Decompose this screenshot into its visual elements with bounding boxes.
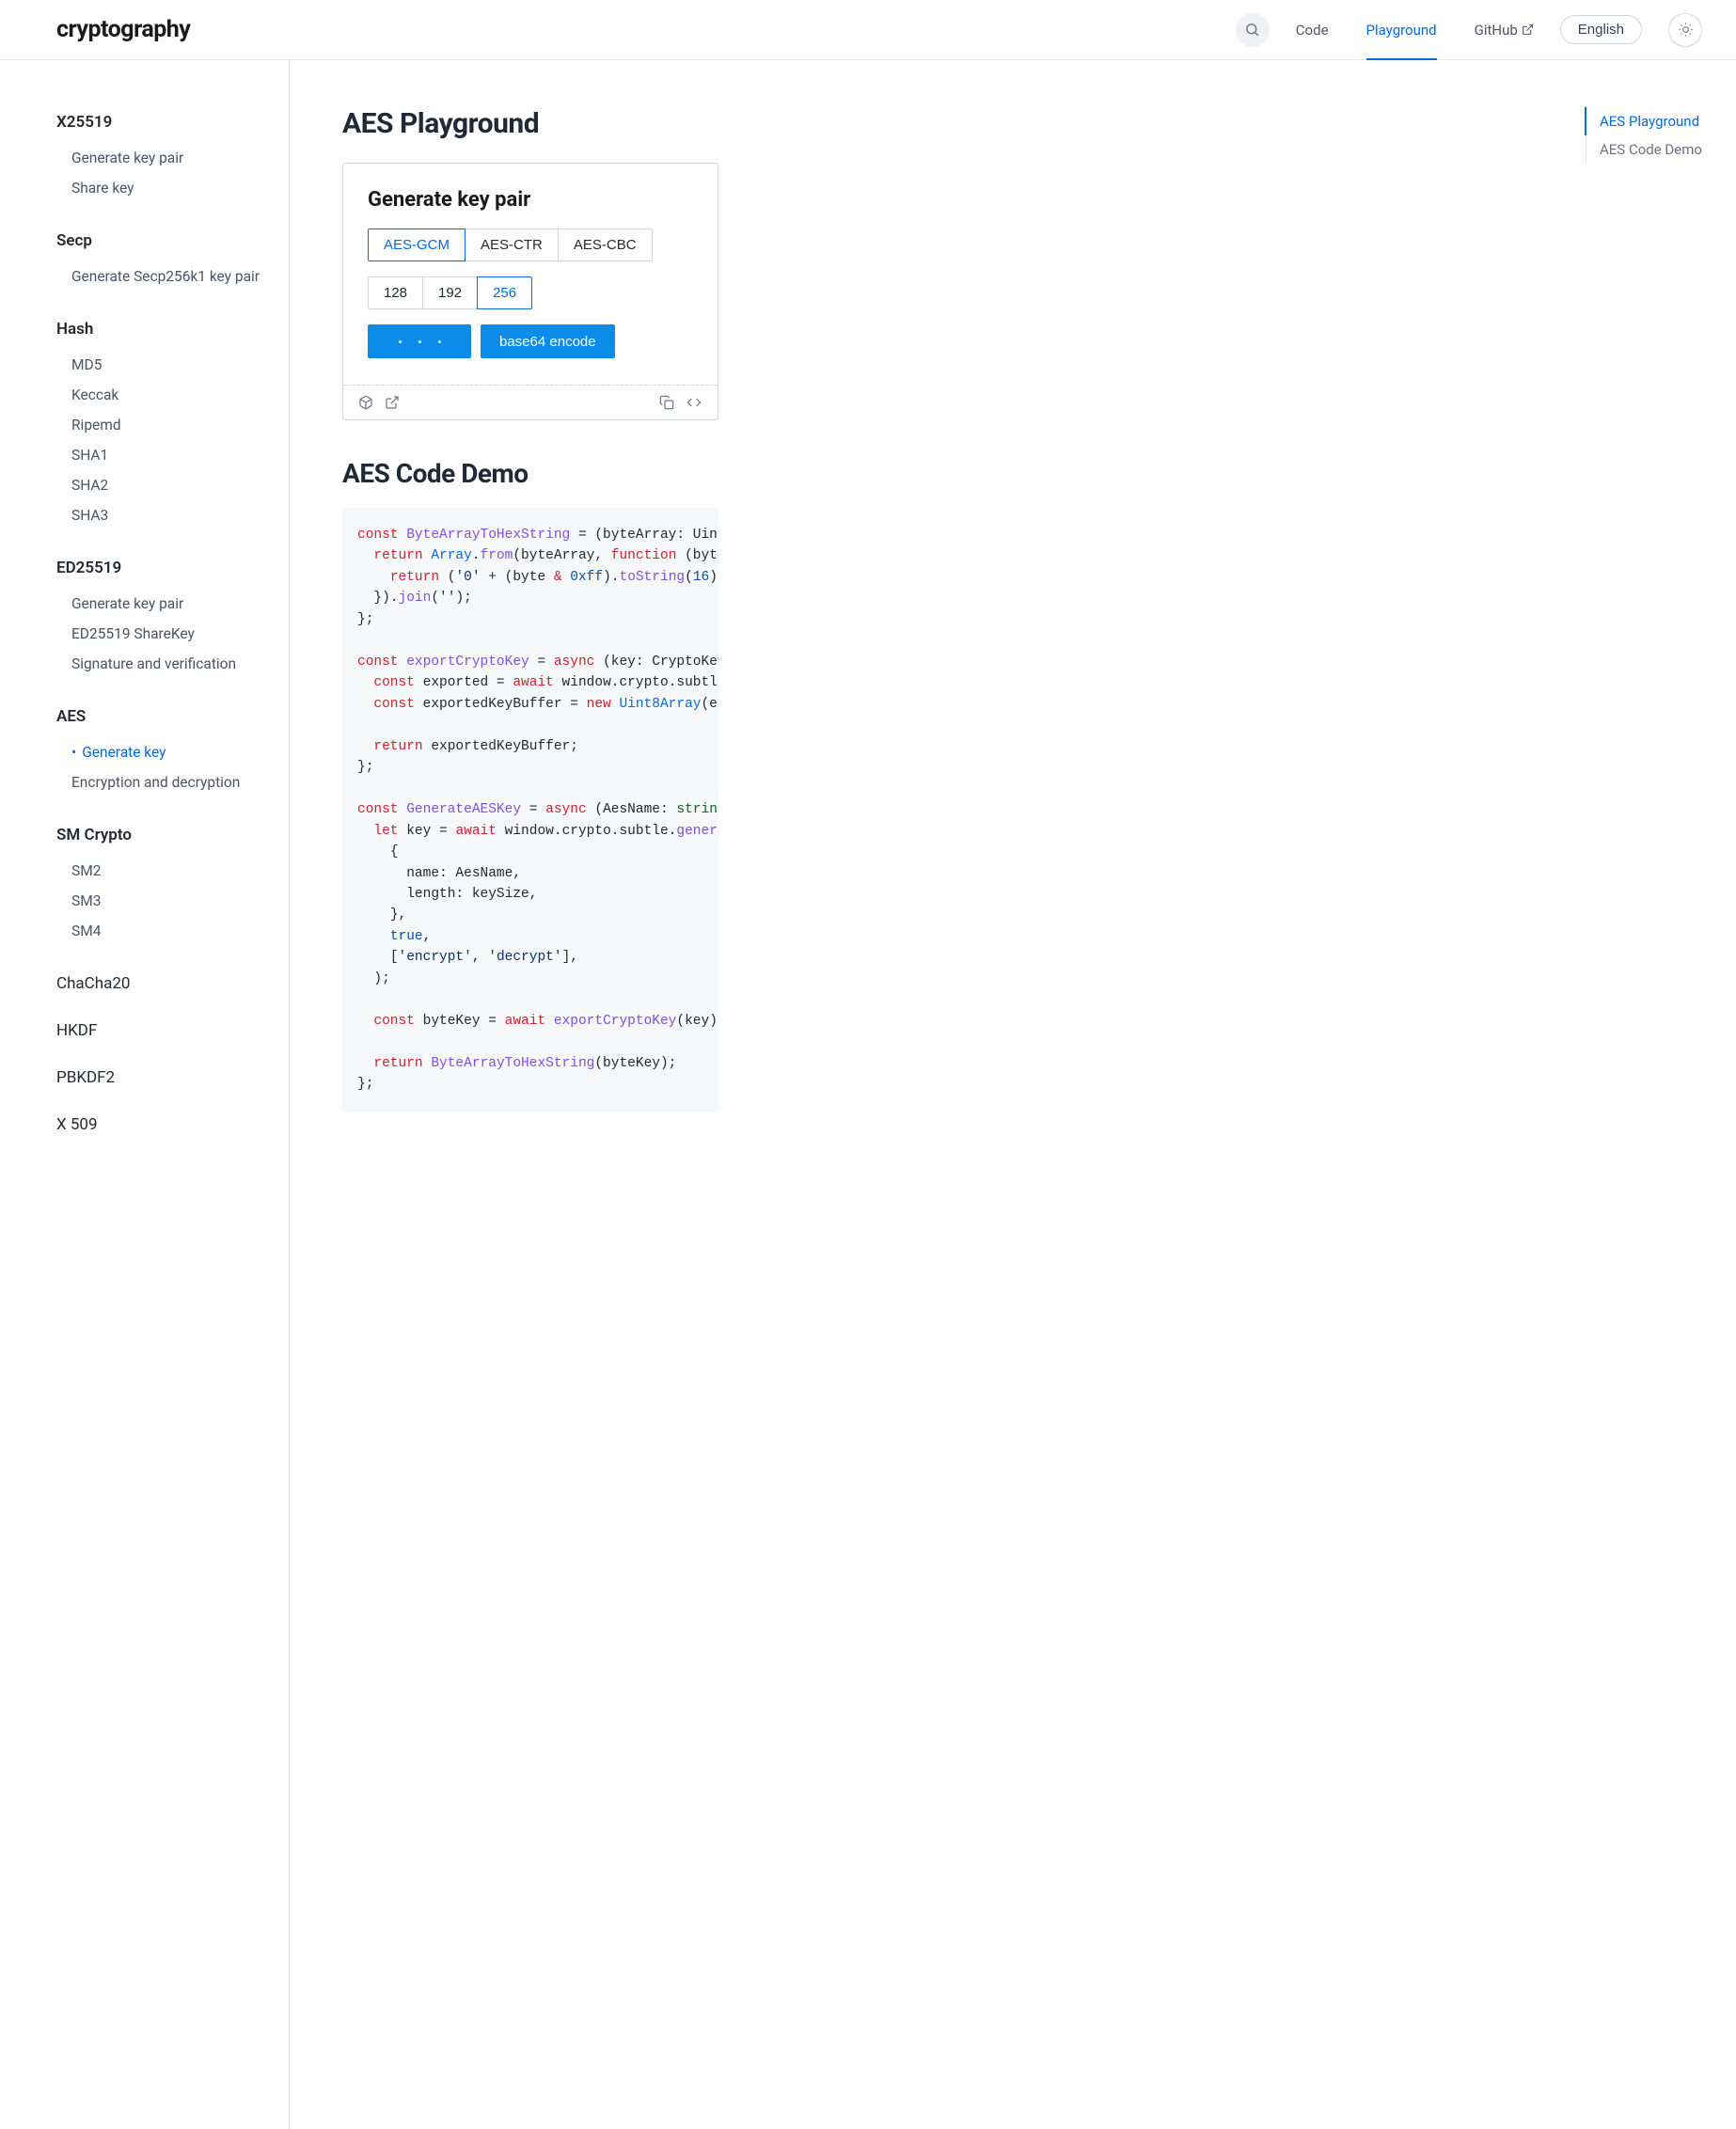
playground-card: Generate key pair AES-GCM AES-CTR AES-CB… — [342, 163, 718, 420]
code-block: const ByteArrayToHexString = (byteArray:… — [342, 508, 718, 1112]
sidebar-item[interactable]: SM4 — [56, 916, 289, 946]
sidebar-item[interactable]: Ripemd — [56, 410, 289, 440]
sidebar-item-x509[interactable]: X 509 — [56, 1110, 289, 1140]
sidebar-group-ed25519[interactable]: ED25519 — [56, 553, 289, 583]
sidebar-group-hash[interactable]: Hash — [56, 314, 289, 344]
sidebar-item-pbkdf2[interactable]: PBKDF2 — [56, 1063, 289, 1093]
language-select[interactable]: English — [1560, 15, 1642, 44]
external-link-icon — [1522, 24, 1534, 36]
generate-button[interactable] — [368, 324, 471, 358]
keysize-128[interactable]: 128 — [368, 276, 423, 309]
sidebar-item[interactable]: SHA2 — [56, 470, 289, 500]
open-external-icon[interactable] — [385, 395, 400, 410]
sidebar-item[interactable]: SM3 — [56, 886, 289, 916]
sidebar-item[interactable]: Generate key pair — [56, 589, 289, 619]
nav-code[interactable]: Code — [1296, 0, 1329, 60]
sidebar-item[interactable]: SM2 — [56, 856, 289, 886]
sidebar-item[interactable]: SHA1 — [56, 440, 289, 470]
table-of-contents: AES Playground AES Code Demo — [1567, 60, 1736, 2129]
copy-icon[interactable] — [659, 395, 674, 410]
card-title: Generate key pair — [368, 188, 693, 212]
keysize-192[interactable]: 192 — [422, 276, 478, 309]
main-content: AES Playground Generate key pair AES-GCM… — [290, 60, 1567, 2129]
sidebar-item[interactable]: SHA3 — [56, 500, 289, 530]
sidebar-item-chacha20[interactable]: ChaCha20 — [56, 969, 289, 999]
mode-aes-ctr[interactable]: AES-CTR — [465, 229, 559, 261]
nav-github[interactable]: GitHub — [1475, 0, 1534, 60]
sun-icon — [1678, 22, 1694, 38]
sidebar-item-hkdf[interactable]: HKDF — [56, 1016, 289, 1046]
code-icon[interactable] — [686, 395, 702, 410]
sidebar-group-x25519[interactable]: X25519 — [56, 107, 289, 137]
sidebar-item-active[interactable]: Generate key — [56, 737, 289, 767]
sidebar-group-aes[interactable]: AES — [56, 702, 289, 732]
keysize-256[interactable]: 256 — [477, 276, 532, 309]
toc-item-code-demo[interactable]: AES Code Demo — [1585, 135, 1727, 164]
sidebar-item[interactable]: Share key — [56, 173, 289, 203]
nav-github-label: GitHub — [1475, 22, 1518, 39]
sidebar-group-secp[interactable]: Secp — [56, 226, 289, 256]
codesandbox-icon[interactable] — [358, 395, 373, 410]
brand-logo[interactable]: cryptography — [56, 16, 190, 43]
header: cryptography Code Playground GitHub Engl… — [0, 0, 1736, 60]
search-button[interactable] — [1236, 13, 1270, 47]
base64-encode-button[interactable]: base64 encode — [481, 324, 615, 358]
theme-toggle[interactable] — [1668, 13, 1702, 47]
section-title-code-demo: AES Code Demo — [342, 458, 1514, 489]
nav-playground[interactable]: Playground — [1366, 0, 1437, 60]
toc-item-playground[interactable]: AES Playground — [1585, 107, 1727, 135]
sidebar-item[interactable]: MD5 — [56, 350, 289, 380]
card-footer — [343, 385, 718, 419]
mode-aes-gcm[interactable]: AES-GCM — [368, 229, 466, 261]
page-title: AES Playground — [342, 107, 1514, 140]
sidebar-item[interactable]: Keccak — [56, 380, 289, 410]
sidebar-group-sm[interactable]: SM Crypto — [56, 820, 289, 850]
sidebar: X25519 Generate key pair Share key Secp … — [0, 60, 290, 2129]
search-icon — [1244, 22, 1260, 38]
mode-aes-cbc[interactable]: AES-CBC — [558, 229, 653, 261]
sidebar-item[interactable]: ED25519 ShareKey — [56, 619, 289, 649]
sidebar-item[interactable]: Generate key pair — [56, 143, 289, 173]
sidebar-item[interactable]: Generate Secp256k1 key pair — [56, 261, 289, 292]
sidebar-item[interactable]: Encryption and decryption — [56, 767, 289, 797]
sidebar-item[interactable]: Signature and verification — [56, 649, 289, 679]
